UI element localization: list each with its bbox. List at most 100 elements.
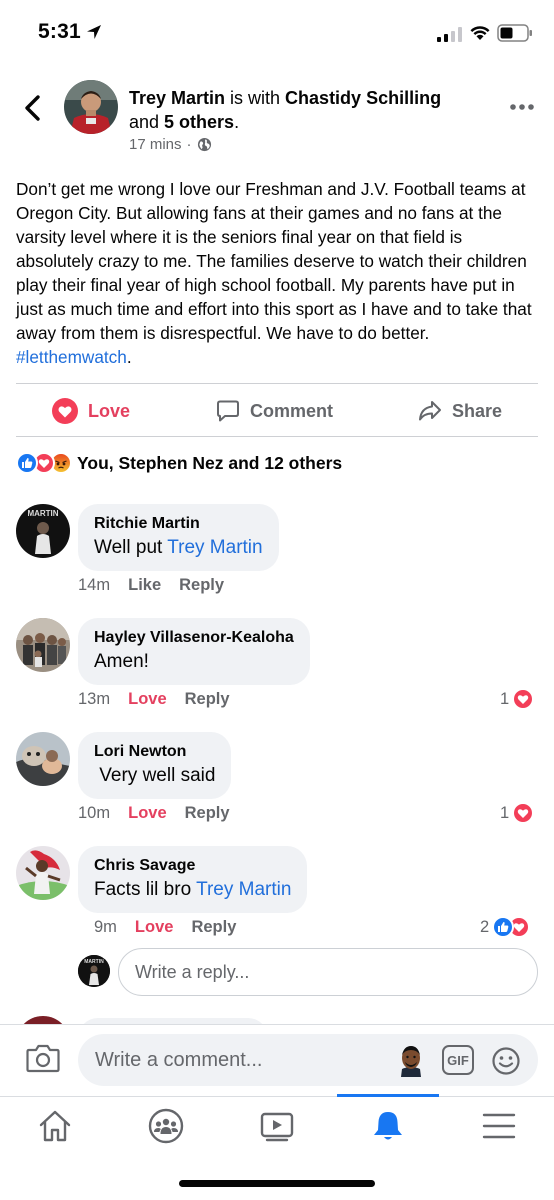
others-link[interactable]: 5 others xyxy=(164,112,234,132)
love-label: Love xyxy=(88,400,131,421)
reaction-count: 1 xyxy=(500,803,510,822)
share-icon xyxy=(419,401,441,421)
svg-text:MARTIN: MARTIN xyxy=(27,509,58,518)
comment-button[interactable]: Comment xyxy=(216,396,554,426)
comment-time[interactable]: 13m xyxy=(78,690,110,709)
comment-bubble[interactable]: Ritchie Martin Well put Trey Martin xyxy=(78,504,279,571)
tab-menu[interactable] xyxy=(479,1108,519,1144)
reply-button[interactable]: Reply xyxy=(185,804,230,823)
comment-reaction-count[interactable]: 1 xyxy=(500,802,554,824)
divider xyxy=(16,383,538,384)
reply-avatar: MARTIN xyxy=(78,955,110,987)
post-body: Don’t get me wrong I love our Freshman a… xyxy=(16,177,538,369)
comment-actions: 14m Like Reply xyxy=(78,576,224,595)
video-icon xyxy=(260,1112,294,1142)
active-tab-indicator xyxy=(337,1094,439,1097)
status-bar: 5:31 xyxy=(0,0,554,68)
comment-actions: 13m Love Reply xyxy=(78,690,230,709)
home-indicator xyxy=(179,1180,375,1187)
post-text: Don’t get me wrong I love our Freshman a… xyxy=(16,179,532,343)
comment-placeholder: Write a comment... xyxy=(95,1048,263,1071)
comment-text: Amen! xyxy=(94,651,149,672)
commenter-avatar[interactable] xyxy=(16,618,70,672)
love-reaction-icon xyxy=(512,802,535,824)
commenter-avatar[interactable]: MARTIN xyxy=(16,504,70,558)
love-button[interactable]: Love xyxy=(128,690,167,709)
love-button[interactable]: Love xyxy=(52,396,130,426)
reply-placeholder: Write a reply... xyxy=(135,961,250,982)
location-arrow-icon xyxy=(87,25,101,39)
commenter-name[interactable]: Ritchie Martin xyxy=(94,513,263,535)
author-avatar[interactable] xyxy=(64,80,118,134)
hashtag-link[interactable]: #letthemwatch xyxy=(16,347,127,367)
comment-time[interactable]: 9m xyxy=(94,918,117,937)
reply-button[interactable]: Reply xyxy=(191,918,236,937)
comment-reaction-count[interactable]: 2 xyxy=(480,916,554,938)
share-button[interactable]: Share xyxy=(418,396,502,426)
post-meta: 17 mins · xyxy=(129,136,212,153)
mention-link[interactable]: Trey Martin xyxy=(196,879,291,900)
comment-text: Very well said xyxy=(94,765,216,786)
comment-label: Comment xyxy=(250,400,334,421)
comment-reaction-count[interactable]: 1 xyxy=(500,688,554,710)
battery-icon xyxy=(497,24,532,42)
comment-bubble[interactable]: Chris Savage Facts lil bro Trey Martin xyxy=(78,846,308,913)
camera-icon[interactable] xyxy=(26,1043,60,1073)
meta-dot: · xyxy=(186,136,192,153)
commenter-name[interactable]: Chris Savage xyxy=(94,855,291,877)
post-header-text: Trey Martin is with Chastidy Schilling a… xyxy=(129,86,479,134)
commenter-avatar[interactable] xyxy=(16,732,70,786)
reaction-count: 2 xyxy=(480,917,490,936)
wifi-icon xyxy=(470,26,490,40)
back-arrow-icon[interactable] xyxy=(20,94,46,122)
menu-icon xyxy=(482,1113,516,1139)
post-time[interactable]: 17 mins xyxy=(129,136,182,153)
period: . xyxy=(234,112,240,132)
comment-icon xyxy=(217,400,239,422)
status-time: 5:31 xyxy=(38,20,81,43)
reactions-summary[interactable]: You, Stephen Nez and 12 others xyxy=(16,452,342,474)
comment-text: Well put Trey Martin xyxy=(94,537,263,558)
comment-actions: 10m Love Reply xyxy=(78,804,230,823)
love-button[interactable]: Love xyxy=(128,804,167,823)
love-reaction-icon xyxy=(512,688,535,710)
gif-label: GIF xyxy=(447,1052,469,1068)
like-button[interactable]: Like xyxy=(128,576,161,595)
more-options-icon[interactable] xyxy=(509,98,535,116)
tab-home[interactable] xyxy=(35,1108,75,1144)
reply-button[interactable]: Reply xyxy=(185,690,230,709)
comment-bubble[interactable]: Hayley Villasenor-Kealoha Amen! xyxy=(78,618,310,685)
comment-time[interactable]: 10m xyxy=(78,804,110,823)
tab-notifications[interactable] xyxy=(368,1108,408,1144)
like-reaction-icon xyxy=(492,916,515,938)
commenter-name[interactable]: Lori Newton xyxy=(94,741,215,763)
avatar-sticker-icon[interactable] xyxy=(394,1043,428,1077)
tagged-name[interactable]: Chastidy Schilling xyxy=(285,88,441,108)
comment-actions: 9m Love Reply xyxy=(94,918,236,937)
reactions-text: You, Stephen Nez and 12 others xyxy=(77,452,343,473)
commenter-avatar[interactable] xyxy=(16,846,70,900)
tab-watch[interactable] xyxy=(257,1108,297,1144)
svg-text:MARTIN: MARTIN xyxy=(84,959,104,965)
like-reaction-icon xyxy=(16,452,38,474)
and-word: and xyxy=(129,112,165,132)
comment-time[interactable]: 14m xyxy=(78,576,110,595)
tab-groups[interactable] xyxy=(146,1108,186,1144)
share-label: Share xyxy=(452,400,503,421)
love-reaction-icon xyxy=(52,398,78,424)
groups-icon xyxy=(148,1108,184,1144)
gif-button[interactable]: GIF xyxy=(442,1045,474,1075)
with-word: is with xyxy=(225,88,286,108)
reaction-count: 1 xyxy=(500,689,510,708)
emoji-icon[interactable] xyxy=(491,1046,521,1076)
mention-link[interactable]: Trey Martin xyxy=(167,537,262,558)
reply-input[interactable]: Write a reply... xyxy=(118,948,538,996)
globe-icon xyxy=(197,137,211,152)
commenter-name[interactable]: Hayley Villasenor-Kealoha xyxy=(94,627,294,649)
home-icon xyxy=(39,1110,71,1142)
post-end: . xyxy=(126,347,132,367)
comment-bubble[interactable]: Lori Newton Very well said xyxy=(78,732,232,799)
reply-button[interactable]: Reply xyxy=(179,576,224,595)
author-name[interactable]: Trey Martin xyxy=(129,88,225,108)
love-button[interactable]: Love xyxy=(135,918,174,937)
